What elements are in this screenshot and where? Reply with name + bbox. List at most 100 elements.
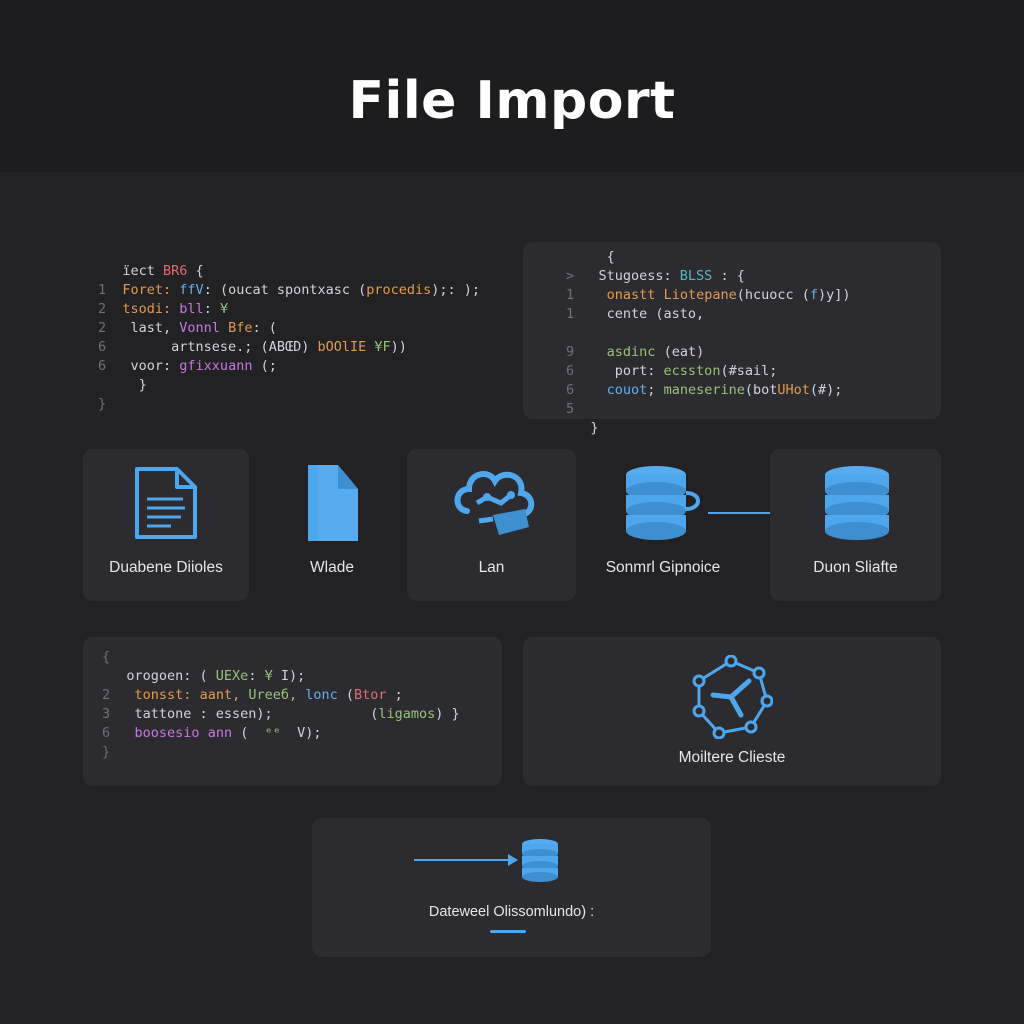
code-token: Stugoess: <box>590 268 680 284</box>
code-token: boosesio <box>134 725 208 741</box>
code-token: lonc <box>305 687 346 703</box>
code-token: } <box>590 420 599 436</box>
code-token: gfixxuann <box>179 358 253 374</box>
code-line: 6 artnsese.; (ABŒD) bOOlIE ¥F)) <box>98 338 480 357</box>
line-number: } <box>98 396 123 412</box>
code-token: UHot <box>777 382 810 398</box>
import-box[interactable]: Dateweel Olissomlundo) : <box>312 818 711 957</box>
code-token: : { <box>712 268 745 284</box>
code-line: 6 voor: gfixxuann (; <box>98 357 480 376</box>
code-line: 2 last, Vonnl Bfe: ( <box>98 319 480 338</box>
tile-label: Duon Sliafte <box>813 559 898 576</box>
code-token: tonsst: <box>134 687 200 703</box>
line-number: { <box>102 649 127 665</box>
code-token: ( <box>232 725 265 741</box>
line-number: 9 <box>566 344 591 360</box>
line-number <box>566 249 590 265</box>
line-number: 1 <box>566 306 591 322</box>
cloud-network-icon <box>454 471 535 535</box>
code-line <box>566 324 851 343</box>
code-token: );: ); <box>431 282 481 298</box>
line-number: 5 <box>566 401 591 417</box>
code-line: 6 boosesio ann ( ᵉᵉ V); <box>102 724 460 743</box>
line-number <box>566 325 590 341</box>
code-token: bll <box>179 301 204 317</box>
code-token: maneserine <box>663 382 745 398</box>
line-number <box>98 263 122 279</box>
code-token: BR6 <box>163 263 188 279</box>
code-token: (; <box>252 358 277 374</box>
line-number: > <box>566 268 591 284</box>
code-token: voor: <box>122 358 180 374</box>
code-token: ; <box>647 382 664 398</box>
line-number: 2 <box>102 687 127 703</box>
code-token: Bfe <box>228 320 253 336</box>
code-line: orogoen: ( UEXe: ¥ I); <box>102 667 460 686</box>
code-token: artnsese.; (ABŒD) <box>122 339 318 355</box>
cluster-label: Moiltere Clieste <box>678 749 786 766</box>
line-number: 6 <box>566 382 591 398</box>
code-token: port: <box>590 363 664 379</box>
tile-network[interactable]: Lan <box>407 449 576 601</box>
document-icon <box>135 467 197 539</box>
code-token: ecsston <box>663 363 721 379</box>
code-token: (#); <box>809 382 843 398</box>
code-token: )) <box>390 339 407 355</box>
code-token: ¥ <box>264 668 273 684</box>
code-line: 2 tonsst: aant, Ureeб, lonc (Btor ; <box>102 686 460 705</box>
database-icon <box>522 839 558 882</box>
tile-database-source[interactable]: Sonmrl Gipnoice <box>588 449 738 601</box>
line-number: 2 <box>98 301 123 317</box>
code-token: (bot <box>744 382 778 398</box>
code-line: 1 onastt Liotepane(hcuocc (f)y]) <box>566 286 851 305</box>
code-token: Vonnl <box>179 320 229 336</box>
code-line: { <box>102 648 460 667</box>
code-token: tsodi: <box>122 301 180 317</box>
line-number: 2 <box>98 320 123 336</box>
tile-document[interactable]: Duabene Diioles <box>83 449 249 601</box>
code-token: ligamos <box>378 706 436 722</box>
code-token: ¥ <box>219 301 229 317</box>
line-number: 1 <box>566 287 591 303</box>
code-line: 3 tattone : essen); (ligamos) } <box>102 705 460 724</box>
code-token: last, <box>122 320 180 336</box>
code-token: onastt <box>606 287 664 303</box>
tile-database-target[interactable]: Duon Sliafte <box>770 449 941 601</box>
code-token: Foret: <box>122 282 180 298</box>
line-number <box>566 420 590 436</box>
code-token: Liotepane <box>663 287 737 303</box>
line-number <box>102 668 126 684</box>
code-line: > Stugoess: BLSS : { <box>566 267 851 286</box>
code-token: UEXe <box>215 668 249 684</box>
import-arrow <box>414 859 510 861</box>
line-number: 6 <box>98 358 123 374</box>
import-label: Dateweel Olissomlundo) : <box>428 904 595 920</box>
header-bar: File Import <box>0 0 1024 172</box>
tile-folder[interactable]: Wlade <box>262 449 402 601</box>
database-icon <box>626 466 700 540</box>
code-token: orogoen: ( <box>126 668 216 684</box>
code-snippet-top-left: ïect BR6 {1 Foret: ffV: (oucat spontxasc… <box>98 262 480 414</box>
code-token: : ( <box>252 320 277 336</box>
code-token: ¥F <box>374 339 391 355</box>
code-token: Ureeб, <box>248 687 306 703</box>
code-line: 6 port: ecsston(#sail; <box>566 362 851 381</box>
cluster-panel[interactable]: Moiltere Clieste <box>523 637 941 786</box>
code-token: tattone : essen); ( <box>126 706 379 722</box>
folder-icon <box>308 465 358 541</box>
code-token: asdinc <box>606 344 656 360</box>
line-number <box>98 377 122 393</box>
code-token: (eat) <box>655 344 705 360</box>
line-number: 1 <box>98 282 123 298</box>
code-token: bOOlIE <box>317 339 367 355</box>
arrow-head <box>508 854 518 866</box>
tile-label: Sonmrl Gipnoice <box>605 559 721 576</box>
code-token: couot <box>606 382 648 398</box>
code-line: 1 cente (asto, <box>566 305 851 324</box>
code-line: { <box>566 248 851 267</box>
code-line: 1 Foret: ffV: (oucat spontxasc (procedis… <box>98 281 480 300</box>
code-token: ffV <box>179 282 204 298</box>
